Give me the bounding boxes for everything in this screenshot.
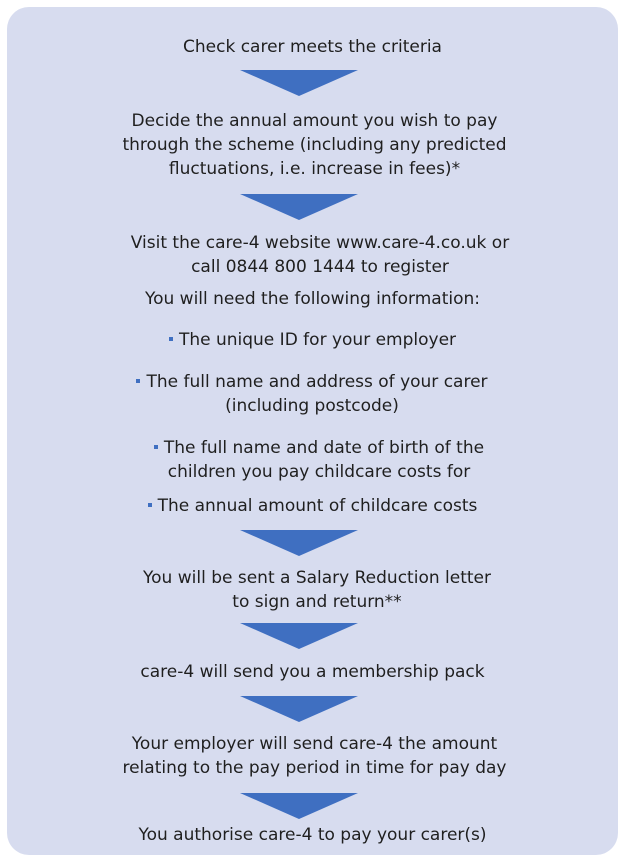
- bullet-icon: [147, 503, 152, 507]
- step-authorise-payment: You authorise care-4 to pay your carer(s…: [138, 825, 487, 845]
- step-employer-payment: Your employer will send care-4 the amoun…: [122, 734, 507, 778]
- info-item: The unique ID for your employer: [7, 328, 618, 352]
- info-heading: You will need the following information:: [144, 289, 481, 309]
- bullet-icon: [168, 337, 173, 341]
- info-item: The full name and address of your carer …: [107, 370, 517, 418]
- info-item: The full name and date of birth of the c…: [119, 436, 519, 484]
- step-decide-amount: Decide the annual amount you wish to pay…: [122, 111, 507, 179]
- down-arrow-icon: [240, 696, 358, 722]
- down-arrow-icon: [240, 70, 358, 96]
- info-item: The annual amount of childcare costs: [7, 494, 618, 518]
- step-check-criteria: Check carer meets the criteria: [183, 37, 442, 57]
- step-register: Visit the care-4 website www.care-4.co.u…: [130, 233, 510, 277]
- bullet-icon: [153, 445, 158, 449]
- down-arrow-icon: [240, 793, 358, 819]
- step-salary-reduction: You will be sent a Salary Reduction lett…: [143, 568, 491, 612]
- down-arrow-icon: [240, 623, 358, 649]
- step-membership-pack: care-4 will send you a membership pack: [140, 662, 485, 682]
- down-arrow-icon: [240, 194, 358, 220]
- flowchart-panel: Check carer meets the criteria Decide th…: [7, 7, 618, 855]
- down-arrow-icon: [240, 530, 358, 556]
- bullet-icon: [136, 379, 141, 383]
